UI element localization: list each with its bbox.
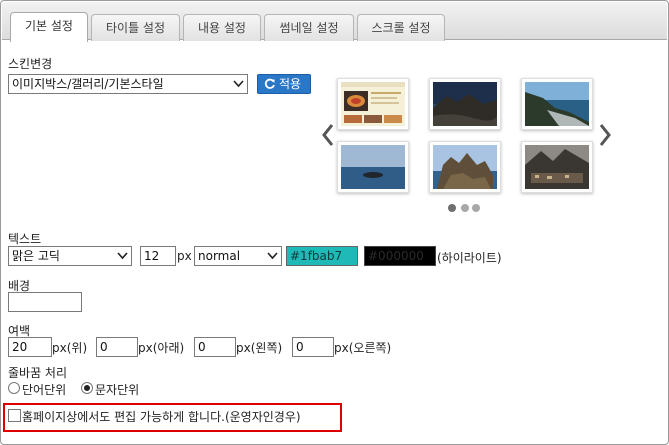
font-size-input[interactable]: 12 [140, 246, 176, 266]
refresh-icon [264, 78, 275, 89]
carousel-prev-icon[interactable] [321, 123, 335, 147]
chevron-down-icon [267, 252, 278, 260]
margin-left-input[interactable]: 0 [194, 337, 236, 357]
village-photo-image [525, 145, 589, 189]
rock-photo-image [433, 145, 497, 189]
tab-basic-settings[interactable]: 기본 설정 [10, 12, 88, 42]
skin-select-value: 이미지박스/갤러리/기본스타일 [12, 77, 164, 91]
margin-bottom-label: px(아래) [138, 341, 185, 355]
margin-top-input[interactable]: 20 [8, 337, 52, 357]
margin-right-input[interactable]: 0 [292, 337, 334, 357]
skin-select[interactable]: 이미지박스/갤러리/기본스타일 [8, 74, 248, 94]
landscape-thumbnail[interactable] [521, 78, 593, 130]
landscape-thumbnail[interactable] [337, 141, 409, 193]
food-photo-image [341, 82, 405, 126]
carousel-next-icon[interactable] [598, 123, 612, 147]
chevron-down-icon [233, 80, 244, 88]
landscape-thumbnail[interactable] [521, 141, 593, 193]
word-unit-label: 단어단위 [22, 383, 67, 397]
landscape-thumbnail[interactable] [429, 78, 501, 130]
tab-bar: 기본 설정 타이틀 설정 내용 설정 썸네일 설정 스크롤 설정 [2, 2, 667, 42]
font-weight-value: normal [198, 249, 241, 263]
landscape-thumbnail[interactable] [429, 141, 501, 193]
margin-left-label: px(왼쪽) [236, 341, 283, 355]
carousel-dot[interactable] [461, 204, 469, 212]
sea-photo-image [341, 145, 405, 189]
tab-content-settings[interactable]: 내용 설정 [183, 14, 261, 41]
tab-thumbnail-settings[interactable]: 썸네일 설정 [264, 14, 354, 41]
margin-bottom-input[interactable]: 0 [96, 337, 138, 357]
word-unit-radio[interactable] [8, 382, 20, 394]
linebreak-section-label: 줄바꿈 처리 [8, 366, 68, 380]
skin-section-label: 스킨변경 [8, 57, 53, 71]
char-unit-radio[interactable] [81, 382, 93, 394]
apply-button-label: 적용 [279, 77, 302, 91]
margin-right-label: px(오른쪽) [334, 341, 392, 355]
char-unit-label: 문자단위 [95, 383, 140, 397]
homepage-edit-label: 홈페이지상에서도 편집 가능하게 합니다.(운영자인경우) [22, 410, 301, 424]
apply-skin-button[interactable]: 적용 [257, 74, 311, 94]
cliff-photo-image [525, 82, 589, 126]
font-size-unit: px [177, 249, 192, 263]
font-family-value: 맑은 고딕 [12, 249, 60, 263]
background-input[interactable] [8, 292, 82, 312]
margin-top-label: px(위) [52, 341, 88, 355]
carousel-dot[interactable] [472, 204, 480, 212]
chevron-down-icon [117, 252, 128, 260]
text-color-input[interactable]: #1fbab7 [286, 246, 358, 266]
font-weight-select[interactable]: normal [194, 246, 282, 266]
coast-photo-image [433, 82, 497, 126]
skin-thumbnail[interactable] [337, 78, 409, 130]
tab-scroll-settings[interactable]: 스크롤 설정 [357, 14, 445, 41]
carousel-dot[interactable] [448, 204, 456, 212]
tab-title-settings[interactable]: 타이틀 설정 [91, 14, 180, 41]
highlight-label: (하이라이트) [437, 251, 502, 265]
text-section-label: 텍스트 [8, 232, 42, 246]
highlight-color-input[interactable]: #000000 [364, 246, 436, 266]
homepage-edit-checkbox[interactable] [8, 409, 21, 422]
settings-panel: 기본 설정 타이틀 설정 내용 설정 썸네일 설정 스크롤 설정 [0, 0, 669, 445]
font-family-select[interactable]: 맑은 고딕 [8, 246, 132, 266]
